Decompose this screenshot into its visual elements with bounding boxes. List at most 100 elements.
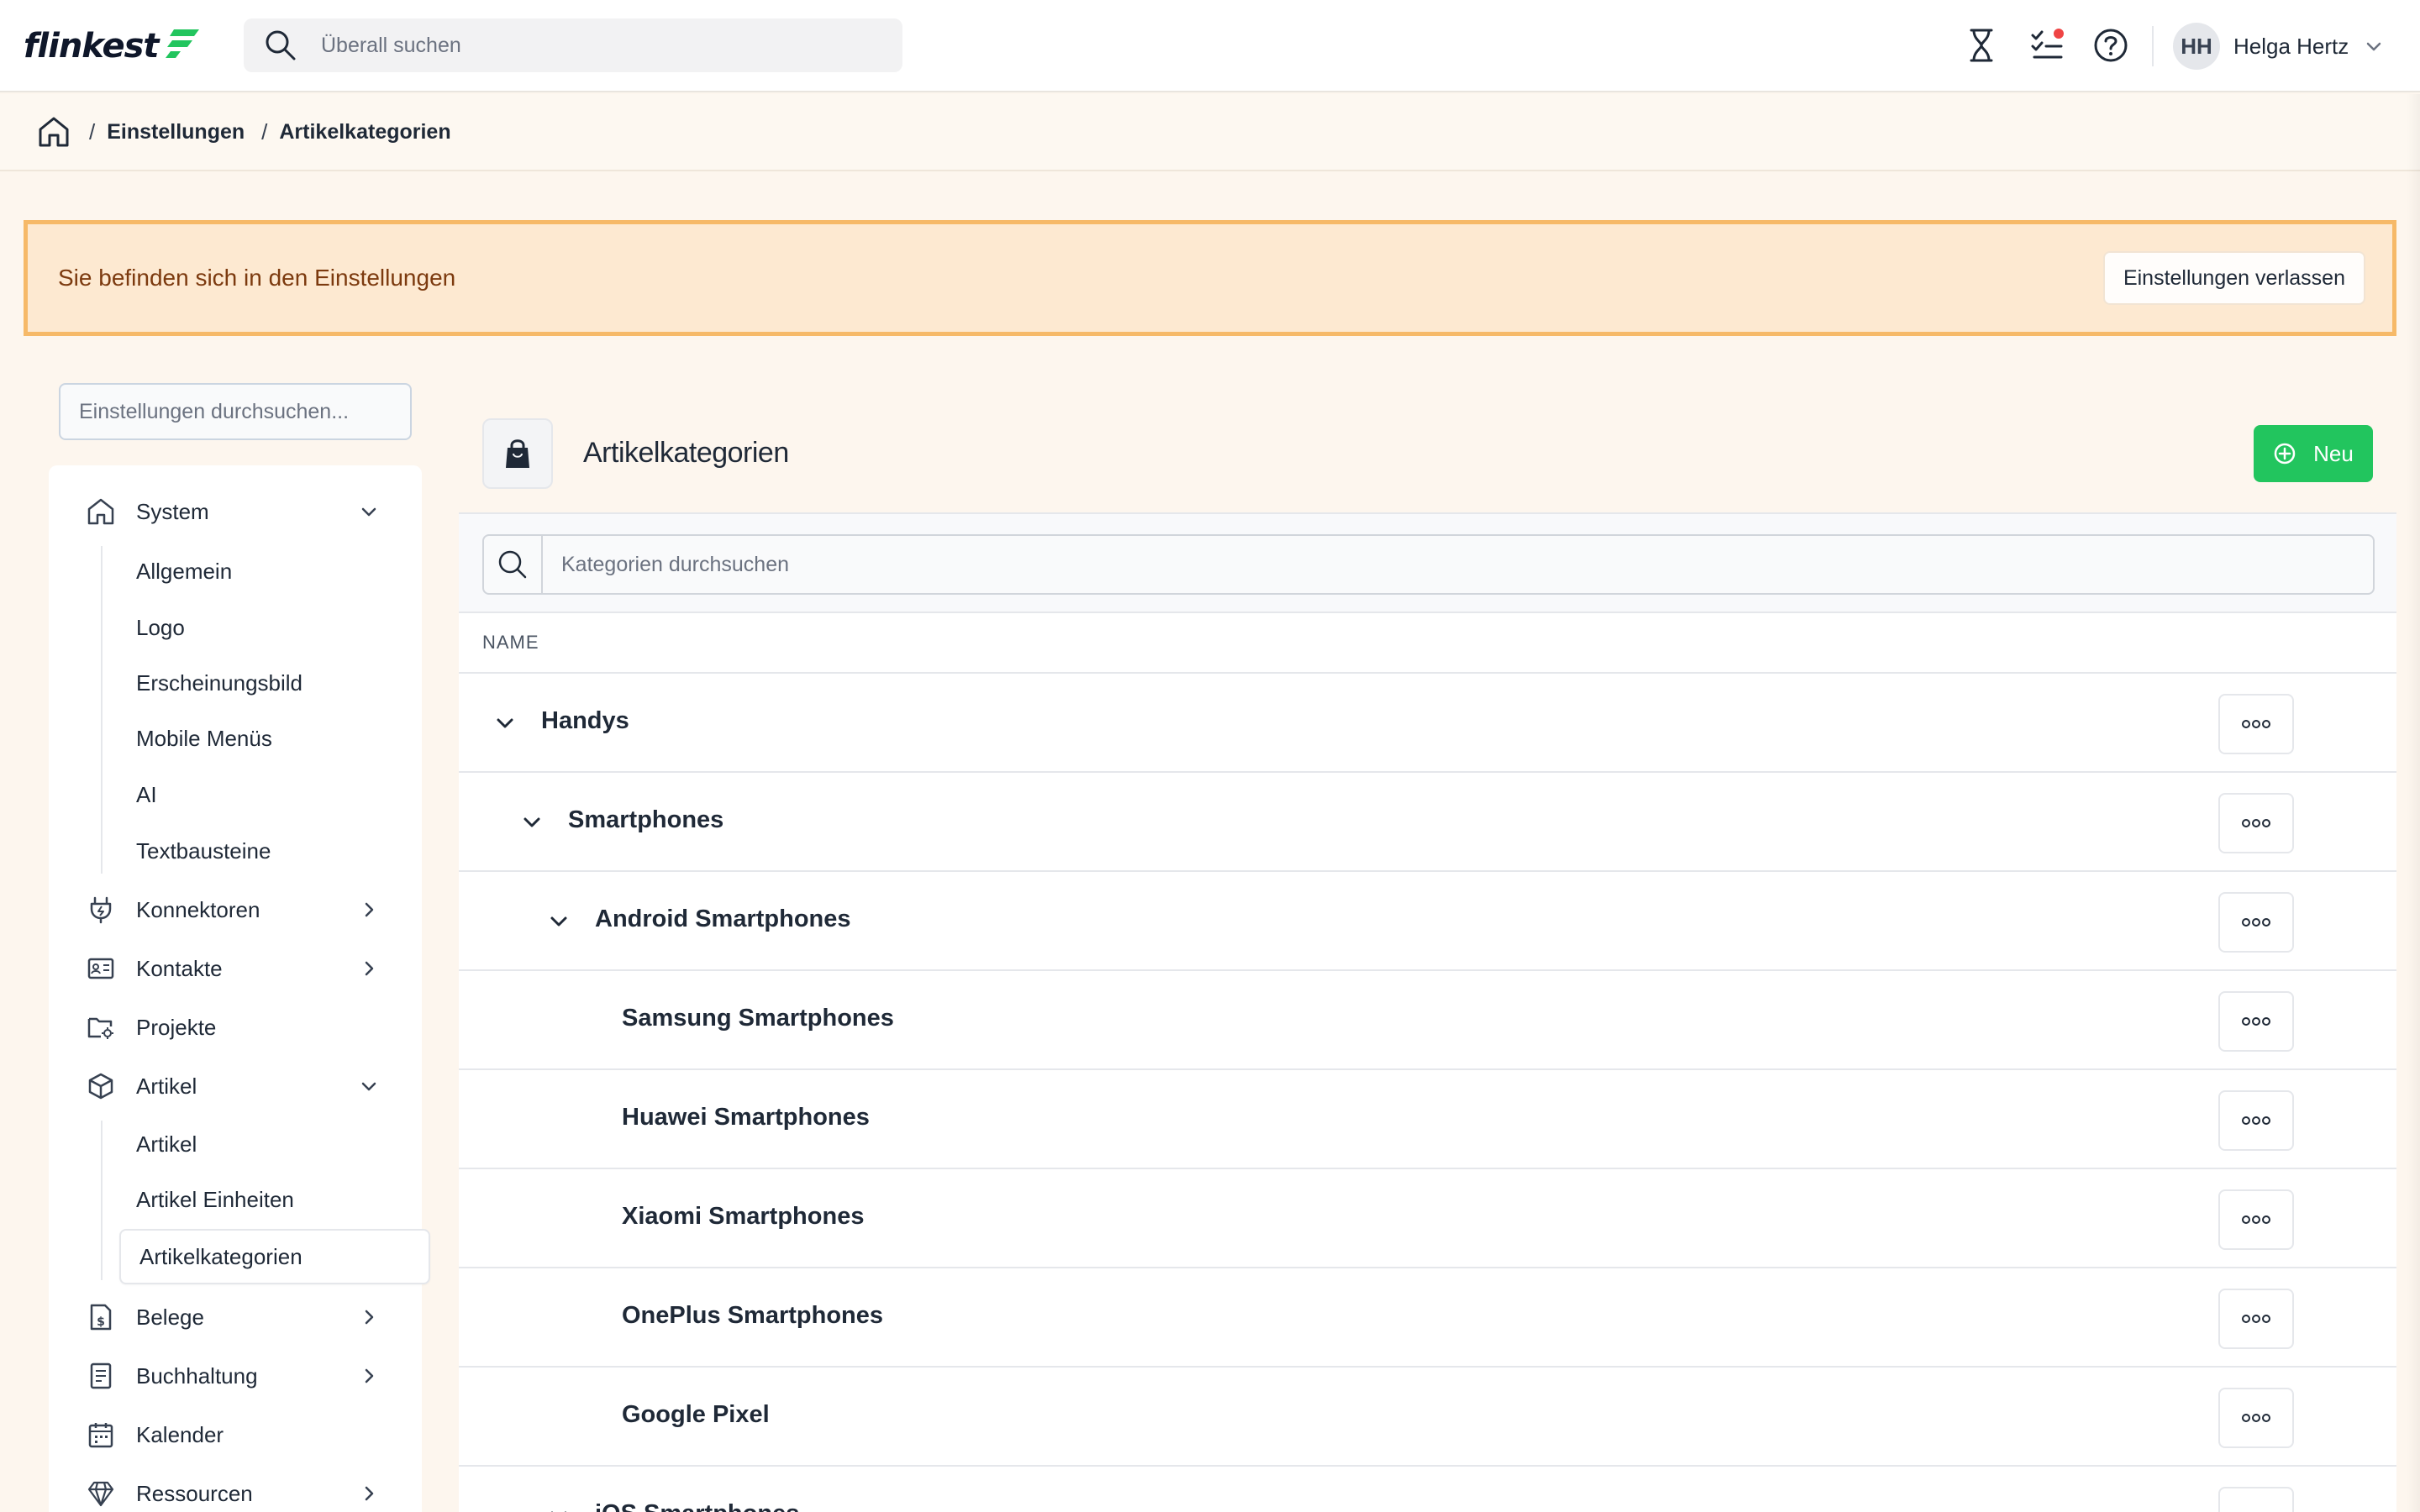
new-button-label: Neu [2313, 440, 2354, 466]
global-search-input[interactable] [321, 33, 825, 58]
table-row[interactable]: Handys [459, 674, 2396, 773]
nav-tree-line [101, 1121, 103, 1280]
breadcrumb-current: Artikelkategorien [279, 119, 451, 144]
home-icon [84, 495, 118, 528]
nav-sub-logo[interactable]: Logo [136, 605, 185, 650]
row-actions-button[interactable] [2218, 694, 2294, 754]
nav-label: Projekte [136, 1014, 217, 1040]
row-actions-button[interactable] [2218, 793, 2294, 853]
chevron-down-icon[interactable] [489, 707, 521, 739]
global-search[interactable] [244, 18, 902, 72]
row-label: Handys [541, 707, 629, 734]
nav-sub-textbausteine[interactable]: Textbausteine [136, 828, 271, 874]
row-actions-button[interactable] [2218, 1189, 2294, 1250]
nav-sub-erscheinungsbild[interactable]: Erscheinungsbild [136, 660, 302, 706]
row-actions-button[interactable] [2218, 1487, 2294, 1512]
nav-item-kontakte[interactable]: Kontakte [49, 943, 422, 994]
nav-item-konnektoren[interactable]: Konnektoren [49, 885, 422, 935]
receipt-icon: $ [84, 1300, 118, 1334]
page-title: Artikelkategorien [583, 437, 789, 469]
search-icon [266, 30, 296, 60]
diamond-icon [84, 1477, 118, 1510]
more-dots-icon [2242, 1215, 2270, 1224]
user-name: Helga Hertz [2233, 33, 2349, 59]
page-edge [2407, 94, 2420, 1512]
nav-sub-artikel[interactable]: Artikel [136, 1121, 197, 1167]
table-row[interactable]: Xiaomi Smartphones [459, 1169, 2396, 1268]
chevron-down-icon[interactable] [516, 806, 548, 838]
nav-sub-allgemein[interactable]: Allgemein [136, 549, 232, 594]
logo[interactable]: flinkest [24, 24, 201, 69]
table-row[interactable]: Google Pixel [459, 1368, 2396, 1467]
row-actions-button[interactable] [2218, 892, 2294, 953]
more-dots-icon [2242, 720, 2270, 728]
chevron-down-icon [355, 1072, 383, 1100]
ledger-icon [84, 1359, 118, 1393]
chevron-down-icon [355, 497, 383, 526]
table-row[interactable]: Smartphones [459, 773, 2396, 872]
search-icon [482, 534, 543, 595]
chevron-down-icon [2367, 42, 2381, 51]
user-menu[interactable]: HH Helga Hertz [2173, 22, 2384, 71]
row-label: OnePlus Smartphones [622, 1302, 884, 1329]
row-label: Android Smartphones [595, 906, 851, 932]
nav-item-kalender[interactable]: Kalender [49, 1410, 422, 1460]
nav-label: Buchhaltung [136, 1362, 258, 1389]
table-row[interactable]: Huawei Smartphones [459, 1070, 2396, 1169]
nav-item-system[interactable]: System [49, 486, 422, 537]
leave-settings-button[interactable]: Einstellungen verlassen [2102, 251, 2365, 305]
row-label: Huawei Smartphones [622, 1104, 870, 1131]
nav-item-belege[interactable]: $ Belege [49, 1292, 422, 1342]
topbar-divider [2152, 26, 2154, 66]
row-actions-button[interactable] [2218, 1090, 2294, 1151]
table-row[interactable]: OnePlus Smartphones [459, 1268, 2396, 1368]
home-icon [39, 117, 69, 147]
nav-sub-mobile-menus[interactable]: Mobile Menüs [136, 716, 272, 761]
nav-item-artikel[interactable]: Artikel [49, 1061, 422, 1111]
nav-label: System [136, 498, 209, 524]
settings-search-input[interactable] [79, 399, 392, 424]
nav-item-ressourcen[interactable]: Ressourcen [49, 1468, 422, 1512]
category-search-row [459, 514, 2396, 613]
more-dots-icon [2242, 1414, 2270, 1422]
settings-nav: System Allgemein Logo Erscheinungsbild M… [49, 465, 430, 1512]
settings-search[interactable] [59, 383, 412, 440]
row-actions-button[interactable] [2218, 991, 2294, 1052]
category-search-input[interactable] [543, 534, 2375, 595]
tasks-button[interactable] [2023, 22, 2070, 69]
contact-card-icon [84, 952, 118, 985]
table-row[interactable]: Android Smartphones [459, 872, 2396, 971]
help-button[interactable] [2087, 22, 2134, 69]
breadcrumb-einstellungen[interactable]: Einstellungen [107, 120, 245, 144]
category-search[interactable] [482, 534, 2375, 595]
chevron-right-icon [355, 1303, 383, 1331]
home-link[interactable] [35, 113, 72, 150]
nav-label: Kontakte [136, 955, 223, 981]
avatar: HH [2173, 23, 2220, 70]
nav-item-buchhaltung[interactable]: Buchhaltung [49, 1351, 422, 1401]
row-actions-button[interactable] [2218, 1289, 2294, 1349]
row-actions-button[interactable] [2218, 1388, 2294, 1448]
nav-item-projekte[interactable]: Projekte [49, 1002, 422, 1053]
table-row[interactable]: iOS Smartphones [459, 1467, 2396, 1512]
calendar-icon [84, 1418, 118, 1452]
table-row[interactable]: Samsung Smartphones [459, 971, 2396, 1070]
more-dots-icon [2242, 918, 2270, 927]
chevron-right-icon [355, 895, 383, 924]
nav-sub-artikelkategorien[interactable]: Artikelkategorien [119, 1229, 430, 1284]
nav-sub-artikel-einheiten[interactable]: Artikel Einheiten [136, 1177, 294, 1222]
chevron-down-icon[interactable] [543, 906, 575, 937]
help-icon [2094, 29, 2128, 62]
plug-icon [84, 893, 118, 927]
chevron-down-icon[interactable] [543, 1500, 575, 1512]
logo-text: flinkest [24, 27, 160, 66]
chevron-right-icon [355, 954, 383, 983]
hourglass-button[interactable] [1958, 22, 2005, 69]
nav-tree-line [101, 546, 103, 874]
row-label: Xiaomi Smartphones [622, 1203, 865, 1230]
column-header: NAME [459, 613, 2396, 674]
hourglass-icon [1970, 29, 1993, 62]
nav-sub-ai[interactable]: AI [136, 772, 157, 817]
row-label: Google Pixel [622, 1401, 770, 1428]
new-button[interactable]: Neu [2254, 425, 2373, 482]
